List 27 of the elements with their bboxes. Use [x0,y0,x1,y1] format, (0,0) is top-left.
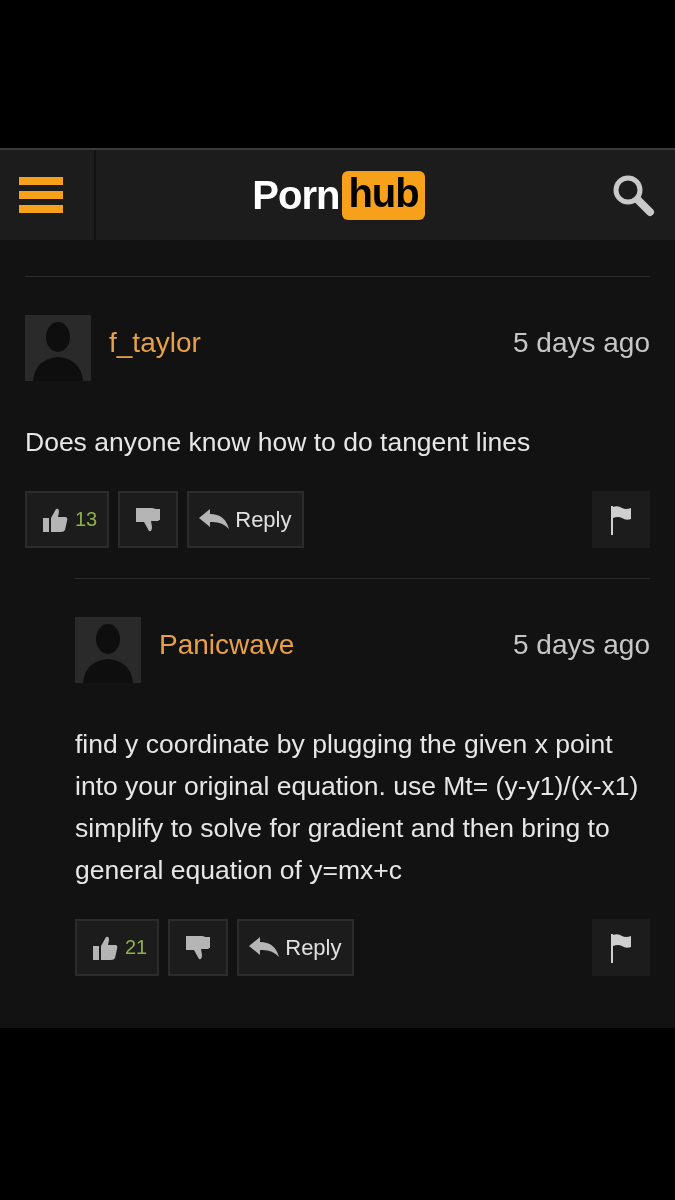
flag-button[interactable] [592,491,650,548]
flag-button[interactable] [592,919,650,976]
reply-button[interactable]: Reply [187,491,304,548]
username-link[interactable]: f_taylor [109,327,513,359]
thumbs-down-icon [134,505,163,534]
reply-button[interactable]: Reply [237,919,354,976]
avatar-silhouette-icon [25,315,91,381]
like-button[interactable]: 21 [75,919,160,976]
menu-icon[interactable] [19,176,63,214]
comment-text: Does anyone know how to do tangent lines [25,426,532,459]
search-icon[interactable] [611,173,655,217]
site-logo[interactable]: Porn hub [66,170,611,220]
dislike-button[interactable] [168,919,229,976]
logo-badge: hub [342,170,425,220]
logo-text: Porn [252,172,340,218]
thumbs-down-icon [184,933,213,962]
username-link[interactable]: Panicwave [159,629,513,661]
comment-time: 5 days ago [513,629,650,661]
comment-text: find y coordinate by plugging the given x point into your original equation. use Mt= (y-y1)/(x-x1) simplify to solve for gradient and then bring to general equation of y=mx+c [75,728,640,887]
dislike-button[interactable] [118,491,179,548]
reply-arrow-icon [249,936,280,959]
reply-arrow-icon [199,508,230,531]
avatar-silhouette-icon [75,617,141,683]
flag-icon [610,504,632,535]
like-button[interactable]: 13 [25,491,110,548]
comment-time: 5 days ago [513,327,650,359]
flag-icon [610,932,632,963]
